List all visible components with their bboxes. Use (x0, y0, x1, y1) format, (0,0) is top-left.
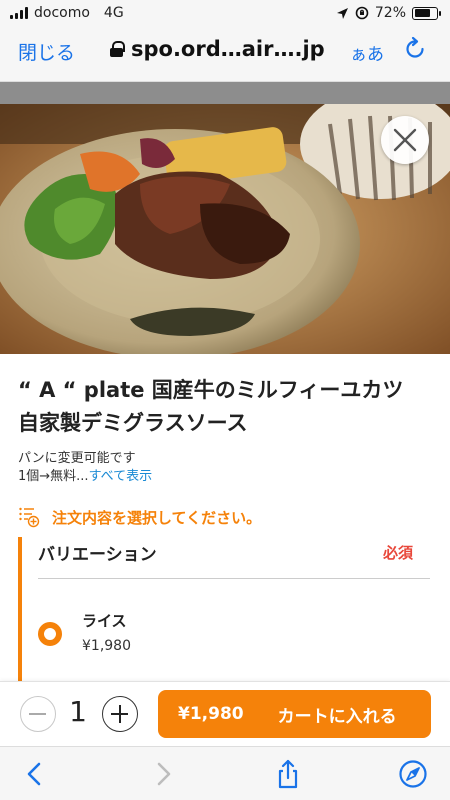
location-icon (336, 7, 348, 19)
network-type: 4G (103, 5, 124, 21)
back-icon[interactable] (20, 759, 50, 789)
url-text: spo.ord…air….jp (131, 37, 325, 61)
close-icon (393, 128, 417, 152)
battery-percent: 72% (374, 5, 406, 21)
description-line-2: 1個→無料...すべて表示 (18, 468, 152, 486)
instruction-text: 注文内容を選択してください。 (52, 508, 262, 527)
product-description: パンに変更可能です 1個→無料...すべて表示 (18, 450, 152, 486)
close-button[interactable]: 閉じる (18, 38, 75, 65)
divider (38, 578, 430, 579)
battery-level (414, 9, 430, 17)
description-text: 1個→無料... (18, 469, 89, 484)
cart-price: ¥1,980 (178, 704, 244, 724)
variation-title: バリエーション (38, 545, 157, 565)
text-size-button[interactable]: ぁあ (350, 40, 384, 65)
product-details: “ A “ plate 国産牛のミルフィーユカツ 自家製デミグラスソース パンに… (0, 354, 450, 681)
cart-bar: 1 ¥1,980 カートに入れる (0, 681, 450, 746)
required-badge: 必須 (383, 544, 414, 562)
section-accent-bar (18, 537, 22, 681)
quantity-decrease-button[interactable] (20, 696, 56, 732)
signal-icon (10, 7, 28, 19)
lock-icon (110, 41, 125, 57)
share-icon[interactable] (273, 759, 303, 789)
status-left: docomo 4G (10, 5, 124, 21)
modal-backdrop (0, 82, 450, 104)
browser-top-bar: 閉じる spo.ord…air….jp ぁあ (0, 26, 450, 82)
address-bar[interactable]: spo.ord…air….jp (110, 37, 325, 61)
option-name[interactable]: ライス (82, 610, 127, 631)
show-all-link[interactable]: すべて表示 (89, 469, 153, 484)
compass-icon[interactable] (398, 759, 428, 789)
order-instruction: 注文内容を選択してください。 (18, 506, 261, 528)
browser-bottom-toolbar (0, 746, 450, 800)
close-photo-button[interactable] (381, 116, 429, 164)
quantity-value: 1 (69, 695, 87, 728)
add-to-cart-label: カートに入れる (277, 706, 397, 727)
status-right: 72% (336, 5, 441, 21)
description-line-1: パンに変更可能です (18, 451, 136, 466)
carrier-name: docomo (34, 5, 90, 21)
rotation-lock-icon (355, 6, 369, 20)
quantity-increase-button[interactable] (102, 696, 138, 732)
product-title: “ A “ plate 国産牛のミルフィーユカツ 自家製デミグラスソース (18, 378, 425, 435)
add-to-cart-button[interactable]: ¥1,980 カートに入れる (158, 690, 431, 738)
list-add-icon (19, 507, 40, 528)
option-price: ¥1,980 (82, 638, 131, 654)
battery-icon (412, 6, 441, 20)
status-bar: docomo 4G 72% (0, 0, 450, 26)
forward-icon[interactable] (148, 759, 178, 789)
reload-icon[interactable] (402, 36, 428, 62)
option-radio-rice[interactable] (38, 622, 62, 646)
